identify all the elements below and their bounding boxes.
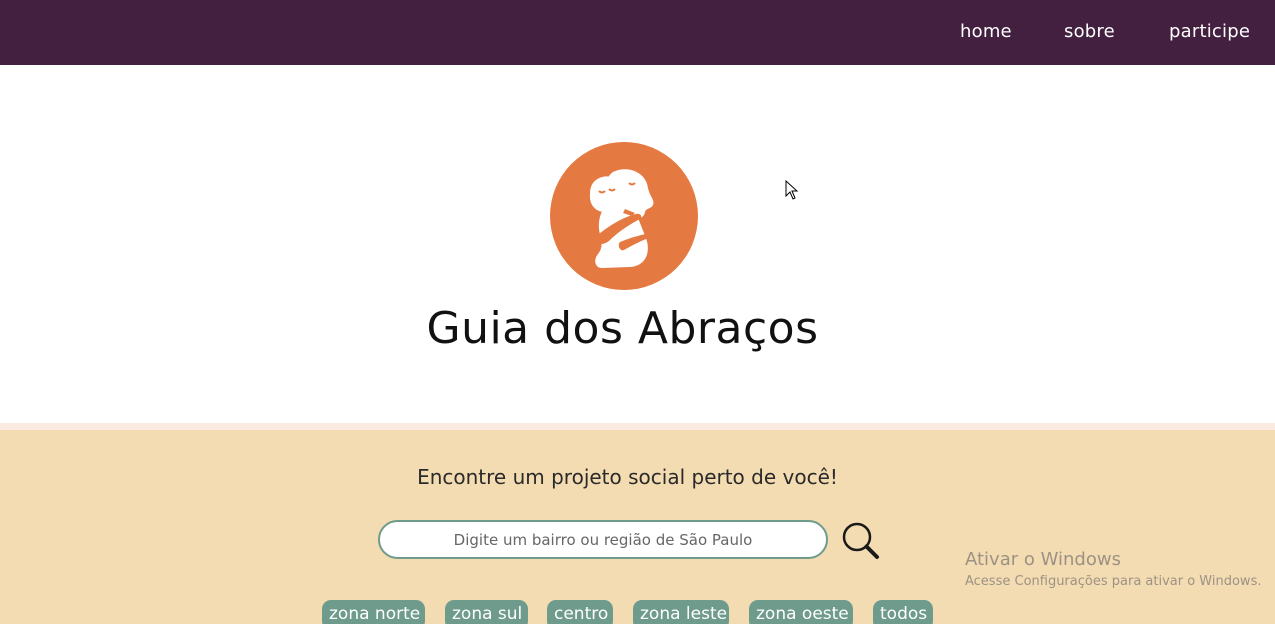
search-tagline: Encontre um projeto social perto de você…	[417, 465, 838, 489]
top-navbar: home sobre participe	[0, 0, 1275, 65]
search-icon[interactable]	[840, 520, 880, 560]
brand-title: Guia dos Abraços	[426, 303, 819, 354]
search-section: Encontre um projeto social perto de você…	[0, 430, 1275, 624]
watermark-subtitle: Acesse Configurações para ativar o Windo…	[965, 574, 1262, 589]
filter-chip-zona-oeste[interactable]: zona oeste	[749, 600, 853, 624]
watermark-title: Ativar o Windows	[965, 549, 1121, 570]
nav-link-sobre[interactable]: sobre	[1064, 20, 1115, 44]
mouse-cursor-icon	[785, 180, 799, 200]
filter-chip-zona-norte[interactable]: zona norte	[322, 600, 425, 624]
nav-link-home[interactable]: home	[960, 20, 1012, 44]
filter-chip-centro[interactable]: centro	[547, 600, 613, 624]
filter-chip-zona-leste[interactable]: zona leste	[633, 600, 729, 624]
windows-activation-watermark: Ativar o Windows Acesse Configurações pa…	[965, 549, 1261, 589]
hero-section: Guia dos Abraços	[0, 65, 1275, 423]
search-input[interactable]	[378, 520, 828, 559]
section-divider	[0, 423, 1275, 430]
filter-chip-zona-sul[interactable]: zona sul	[445, 600, 528, 624]
filter-chip-todos[interactable]: todos	[873, 600, 933, 624]
nav-link-participe[interactable]: participe	[1169, 20, 1250, 44]
hug-icon	[550, 142, 698, 290]
